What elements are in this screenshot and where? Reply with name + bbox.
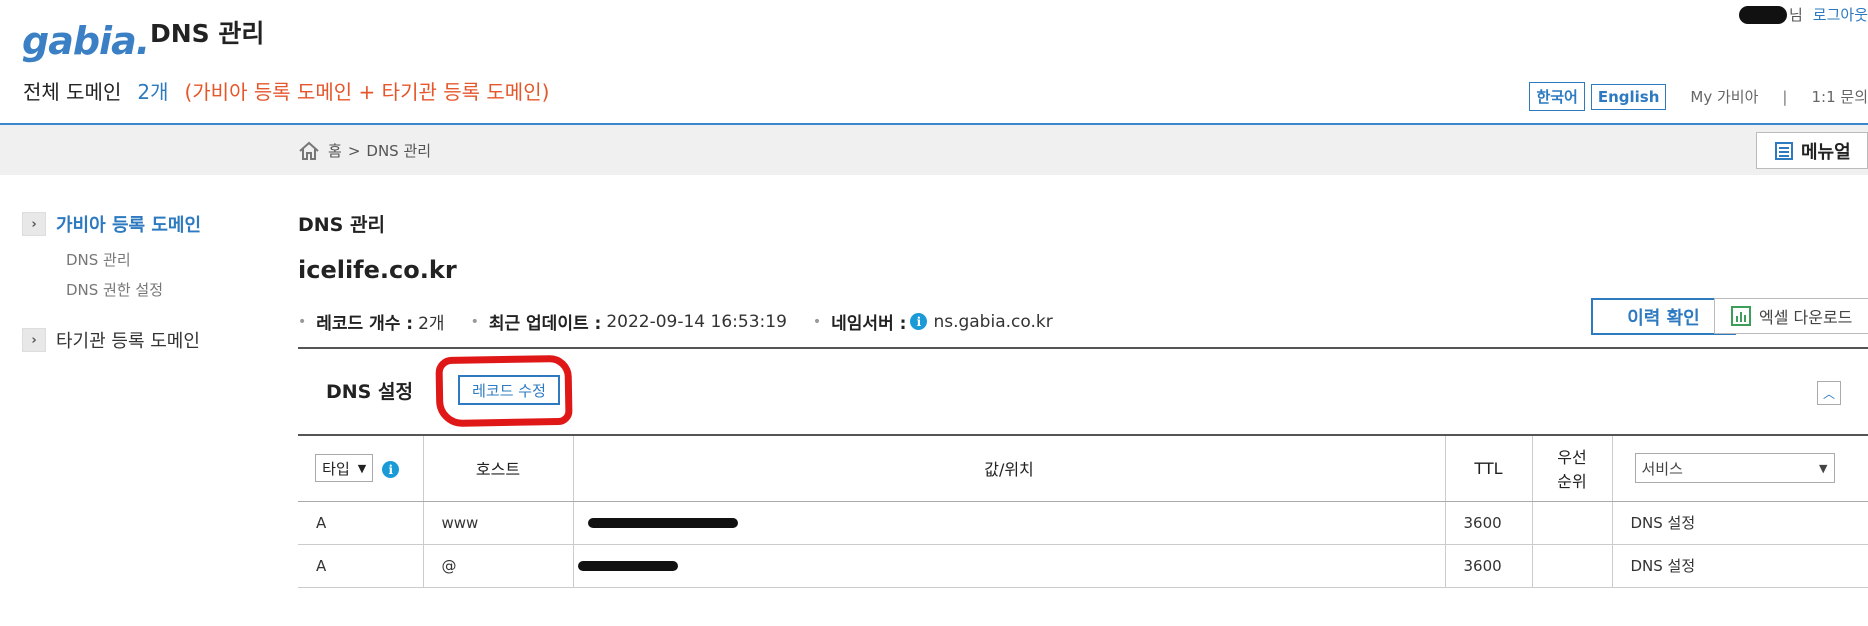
korean-lang-button[interactable]: 한국어 [1529, 82, 1585, 111]
sidebar-item-dns-permission[interactable]: DNS 권한 설정 [66, 279, 163, 300]
nameserver: • 네임서버 : i ns.gabia.co.kr [813, 309, 1053, 335]
breadcrumb-current: DNS 관리 [366, 142, 432, 160]
table-row[interactable]: A www 3600 DNS 설정 [298, 501, 1868, 545]
excel-download-button[interactable]: 엑셀 다운로드 [1714, 298, 1868, 334]
breadcrumb: 홈 > DNS 관리 [298, 140, 431, 161]
chevron-down-icon: ▼ [357, 461, 367, 475]
document-icon [1775, 141, 1793, 160]
service-header: 서비스 ▼ [1612, 434, 1868, 502]
record-ttl: 3600 [1445, 544, 1533, 588]
record-type: A [298, 501, 424, 545]
record-type: A [298, 544, 424, 588]
record-ttl: 3600 [1445, 501, 1533, 545]
last-update: • 최근 업데이트 : 2022-09-14 16:53:19 [471, 309, 787, 335]
manual-button[interactable]: 메뉴얼 [1756, 132, 1868, 169]
excel-download-label: 엑셀 다운로드 [1759, 308, 1853, 327]
link-separator: | [1782, 87, 1788, 106]
breadcrumb-sep: > [347, 141, 361, 160]
chevron-right-icon: › [22, 328, 46, 352]
inquiry-link[interactable]: 1:1 문의 [1811, 86, 1868, 107]
manual-label: 메뉴얼 [1801, 141, 1851, 163]
nameserver-value: ns.gabia.co.kr [933, 311, 1053, 332]
chevron-down-icon: ▼ [1819, 461, 1828, 475]
home-icon[interactable] [298, 141, 320, 161]
my-gabia-link[interactable]: My 가비아 [1690, 86, 1758, 107]
domain-meta: • 레코드 개수 : 2개 • 최근 업데이트 : 2022-09-14 16:… [298, 309, 1079, 335]
breadcrumb-bar: 홈 > DNS 관리 메뉴얼 [0, 125, 1868, 175]
record-value [573, 544, 1446, 588]
record-count-value: 2개 [418, 314, 445, 334]
breadcrumb-home[interactable]: 홈 [328, 140, 342, 161]
domain-name: icelife.co.kr [298, 256, 457, 284]
dns-record-table: 타입 ▼ i 호스트 값/위치 TTL 우선 순위 서비스 ▼ A www 36… [298, 434, 1868, 588]
info-icon[interactable]: i [382, 461, 400, 479]
sidebar-item-other-domains[interactable]: › 타기관 등록 도메인 [22, 327, 200, 353]
last-update-label: 최근 업데이트 : [488, 314, 602, 334]
redacted-value [577, 561, 678, 571]
sidebar-item-label: 타기관 등록 도메인 [56, 331, 200, 352]
summary-desc: (가비아 등록 도메인 + 타기관 등록 도메인) [184, 80, 550, 104]
sidebar-item-label: 가비아 등록 도메인 [56, 215, 202, 236]
priority-header-line1: 우선 [1557, 448, 1587, 468]
user-suffix: 님 [1788, 6, 1803, 24]
ttl-header: TTL [1445, 434, 1533, 502]
service-select[interactable]: 서비스 ▼ [1634, 453, 1835, 484]
record-host: www [423, 501, 574, 545]
section-title: DNS 관리 [298, 214, 385, 236]
value-header: 값/위치 [573, 434, 1446, 502]
dns-setting-title: DNS 설정 [326, 381, 413, 403]
table-header-row: 타입 ▼ i 호스트 값/위치 TTL 우선 순위 서비스 ▼ [298, 434, 1868, 502]
nameserver-label: 네임서버 : [831, 314, 907, 334]
record-count-label: 레코드 개수 : [316, 314, 414, 334]
type-select[interactable]: 타입 ▼ [315, 454, 374, 483]
logo-text: gabia. [22, 19, 150, 63]
service-select-value: 서비스 [1641, 459, 1683, 478]
gabia-logo[interactable]: gabia. [22, 10, 150, 63]
domain-count[interactable]: 2개 [137, 76, 168, 105]
user-area: 님 로그아웃 [1738, 4, 1868, 25]
sidebar-item-dns-manage[interactable]: DNS 관리 [66, 249, 131, 270]
priority-header: 우선 순위 [1532, 434, 1613, 502]
redacted-value [587, 518, 738, 528]
info-icon[interactable]: i [910, 313, 928, 330]
record-edit-button[interactable]: 레코드 수정 [458, 375, 560, 405]
record-host: @ [423, 544, 574, 588]
redacted-username [1738, 5, 1787, 24]
record-service: DNS 설정 [1612, 544, 1868, 588]
type-select-value: 타입 [322, 459, 350, 478]
table-row[interactable]: A @ 3600 DNS 설정 [298, 544, 1868, 588]
sidebar-item-gabia-domains[interactable]: › 가비아 등록 도메인 [22, 211, 201, 237]
logout-link[interactable]: 로그아웃 [1813, 4, 1868, 25]
type-header: 타입 ▼ i [298, 434, 424, 502]
chevron-up-icon[interactable]: ︿ [1817, 381, 1841, 405]
app-title: DNS 관리 [150, 19, 265, 48]
chart-icon [1731, 306, 1751, 326]
record-priority [1532, 501, 1613, 545]
domain-summary: 전체 도메인 2개 (가비아 등록 도메인 + 타기관 등록 도메인) [23, 76, 549, 105]
content-divider [298, 347, 1868, 349]
record-service: DNS 설정 [1612, 501, 1868, 545]
record-value [573, 501, 1446, 545]
priority-header-line2: 순위 [1557, 472, 1587, 492]
chevron-right-icon: › [22, 212, 46, 236]
summary-label: 전체 도메인 [23, 80, 122, 104]
english-lang-button[interactable]: English [1590, 83, 1667, 110]
record-count: • 레코드 개수 : 2개 [298, 309, 445, 335]
last-update-value: 2022-09-14 16:53:19 [606, 311, 787, 332]
host-header: 호스트 [423, 434, 574, 502]
record-priority [1532, 544, 1613, 588]
top-links: 한국어 English My 가비아 | 1:1 문의 [1523, 82, 1868, 111]
